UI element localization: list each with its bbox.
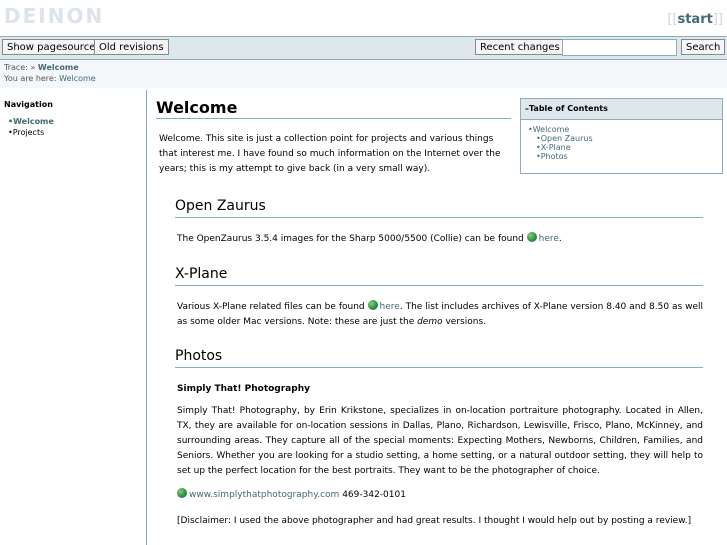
toc-item-photos[interactable]: •Photos xyxy=(528,152,593,161)
site-logo[interactable]: Deinon xyxy=(4,4,104,28)
toc-item-open-zaurus[interactable]: •Open Zaurus xyxy=(528,134,593,143)
photography-website-link[interactable]: www.simplythatphotography.com xyxy=(189,490,339,500)
zaurus-here-link[interactable]: here xyxy=(539,234,559,244)
sidebar: Navigation •Welcome •Projects xyxy=(0,90,147,545)
show-pagesource-button[interactable]: Show pagesource xyxy=(2,39,101,55)
table-of-contents: –Table of Contents •Welcome •Open Zaurus… xyxy=(520,98,723,174)
photos-disclaimer: [Disclaimer: I used the above photograph… xyxy=(177,516,692,526)
heading-photos: Photos xyxy=(175,348,703,368)
photography-phone: 469-342-0101 xyxy=(339,490,406,500)
title-divider xyxy=(156,118,511,119)
photos-description: Simply That! Photography, by Erin Krikst… xyxy=(177,406,703,476)
zaurus-text: The OpenZaurus 3.5.4 images for the Shar… xyxy=(177,234,527,244)
toc-item-welcome[interactable]: •Welcome xyxy=(528,125,593,134)
trace-separator: » xyxy=(30,63,36,72)
intro-paragraph: Welcome. This site is just a collection … xyxy=(159,134,501,174)
sidebar-heading: Navigation xyxy=(4,100,53,109)
xplane-demo-emphasis: demo xyxy=(417,317,443,327)
toc-list: •Welcome •Open Zaurus •X-Plane •Photos xyxy=(528,125,593,161)
start-link-wrapper: [[start]] xyxy=(667,12,723,27)
xplane-paragraph: Various X-Plane related files can be fou… xyxy=(177,300,703,330)
heading-open-zaurus: Open Zaurus xyxy=(175,198,703,218)
sidebar-nav: •Welcome •Projects xyxy=(8,116,54,138)
trace-label: Trace: xyxy=(4,63,28,72)
sidebar-item-projects[interactable]: •Projects xyxy=(8,127,54,138)
external-link-icon xyxy=(367,300,378,310)
recent-changes-button[interactable]: Recent changes xyxy=(475,39,565,55)
bracket-close: ]] xyxy=(712,12,723,27)
toc-toggle[interactable]: –Table of Contents xyxy=(521,99,722,120)
sidebar-item-welcome[interactable]: •Welcome xyxy=(8,116,54,127)
bracket-open: [[ xyxy=(667,12,678,27)
xplane-text-end: versions. xyxy=(442,317,486,327)
search-input[interactable] xyxy=(562,39,677,56)
trace-line: Trace: » Welcome xyxy=(4,62,723,73)
you-are-here-label: You are here: xyxy=(4,74,57,83)
search-button[interactable]: Search xyxy=(681,39,726,55)
you-are-here-welcome-link[interactable]: Welcome xyxy=(59,74,96,83)
start-link[interactable]: start xyxy=(677,12,712,27)
toolbar: Show pagesource Old revisions Recent cha… xyxy=(0,36,727,60)
site-header: Deinon [[start]] xyxy=(0,0,727,36)
photos-contact: www.simplythatphotography.com 469-342-01… xyxy=(177,488,703,503)
zaurus-text-end: . xyxy=(558,234,562,244)
page-title: Welcome xyxy=(156,98,238,117)
heading-x-plane: X-Plane xyxy=(175,266,703,286)
xplane-text: Various X-Plane related files can be fou… xyxy=(177,302,368,312)
old-revisions-button[interactable]: Old revisions xyxy=(94,39,169,55)
toc-item-x-plane[interactable]: •X-Plane xyxy=(528,143,593,152)
zaurus-paragraph: The OpenZaurus 3.5.4 images for the Shar… xyxy=(177,232,703,247)
photos-subheading: Simply That! Photography xyxy=(177,384,310,394)
xplane-here-link[interactable]: here xyxy=(380,302,400,312)
breadcrumbs: Trace: » Welcome You are here: Welcome xyxy=(0,60,727,88)
external-link-icon xyxy=(526,232,537,242)
you-are-here-line: You are here: Welcome xyxy=(4,73,723,84)
trace-welcome-link[interactable]: Welcome xyxy=(38,63,79,72)
external-link-icon xyxy=(177,488,187,498)
main-content: Welcome –Table of Contents •Welcome •Ope… xyxy=(147,90,727,545)
